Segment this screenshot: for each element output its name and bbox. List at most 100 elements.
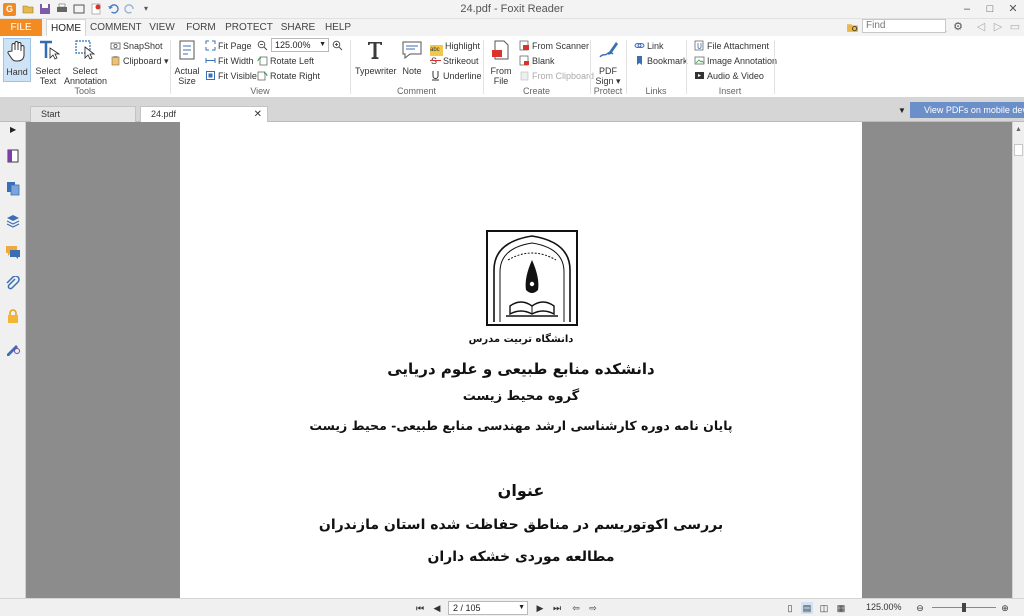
tab-list-dropdown-icon[interactable]: ▼ [898, 106, 906, 115]
zoom-in-slider-icon[interactable]: ⊕ [999, 602, 1011, 614]
fit-page-button[interactable]: Fit Page [205, 39, 252, 53]
settings-gear-icon[interactable]: ⚙ [951, 20, 965, 34]
fit-width-icon [205, 58, 216, 63]
scroll-up-icon[interactable]: ▲ [1015, 126, 1022, 133]
tab-file[interactable]: FILE [0, 19, 42, 36]
signature-panel-icon[interactable] [5, 340, 21, 356]
zoom-level[interactable]: 125.00% [866, 602, 902, 612]
page-number-input[interactable]: 2 / 105 ▼ [448, 601, 528, 615]
typewriter-button[interactable]: Typewriter [355, 38, 397, 76]
strikeout-label: Strikeout [443, 56, 479, 66]
strikeout-button[interactable]: SStrikeout [430, 54, 479, 68]
vertical-scrollbar[interactable]: ▲ [1012, 122, 1024, 598]
continuous-view-icon[interactable]: ▤ [801, 602, 813, 614]
layers-panel-icon[interactable] [5, 212, 21, 228]
document-tab-bar: Start 24.pdf ✕ ▼ View PDFs on mobile dev… [0, 98, 1024, 122]
scrollbar-thumb[interactable] [1014, 144, 1023, 156]
file-attachment-button[interactable]: File Attachment [694, 39, 769, 53]
next-page-icon[interactable]: ▶ [534, 602, 546, 614]
tab-start[interactable]: Start [30, 106, 136, 122]
tab-home[interactable]: HOME [46, 19, 86, 37]
folder-search-icon[interactable] [846, 21, 859, 34]
zoom-out-icon[interactable] [257, 40, 268, 51]
first-page-icon[interactable]: ⏮ [414, 602, 426, 614]
audio-video-button[interactable]: Audio & Video [694, 69, 764, 83]
close-icon[interactable]: ✕ [1006, 2, 1020, 16]
image-icon [694, 56, 705, 65]
rotate-right-button[interactable]: Rotate Right [257, 69, 320, 83]
forward-arrow-icon[interactable]: ▷ [991, 20, 1005, 34]
close-tab-icon[interactable]: ✕ [254, 107, 262, 122]
fit-width-button[interactable]: Fit Width [205, 54, 254, 68]
bookmarks-panel-icon[interactable] [5, 148, 21, 164]
clipboard-button[interactable]: Clipboard ▾ [110, 54, 169, 68]
navigation-panel: ▶ [0, 122, 26, 598]
hand-label: Hand [6, 67, 28, 77]
pdf-page: دانشگاه تربیت مدرس دانشکده منابع طبیعی و… [180, 122, 862, 598]
from-scanner-button[interactable]: From Scanner [519, 39, 589, 53]
underline-button[interactable]: Underline [430, 69, 482, 83]
tab-form[interactable]: FORM [184, 19, 218, 36]
blank-button[interactable]: Blank [519, 54, 555, 68]
zoom-out-slider-icon[interactable]: ⊖ [914, 602, 926, 614]
ribbon-collapse-icon[interactable]: ▭ [1008, 20, 1022, 34]
tab-help[interactable]: HELP [322, 19, 354, 36]
continuous-facing-view-icon[interactable]: ▦ [835, 602, 847, 614]
from-file-icon [492, 40, 509, 60]
hand-button[interactable]: Hand [3, 38, 31, 82]
zoom-slider-handle[interactable] [962, 603, 966, 612]
tab-comment[interactable]: COMMENT [90, 19, 142, 36]
comment-group-label: Comment [396, 86, 436, 96]
thesis-title-line-1: بررسی اکوتوریسم در مناطق حفاظت شده استان… [318, 517, 724, 533]
scanner-icon [519, 40, 529, 51]
fit-visible-button[interactable]: Fit Visible [205, 69, 257, 83]
group-separator [774, 40, 775, 94]
pages-panel-icon[interactable] [5, 180, 21, 196]
tab-current-document[interactable]: 24.pdf ✕ [140, 106, 268, 122]
zoom-select[interactable]: 125.00% ▼ [271, 38, 329, 52]
from-scanner-label: From Scanner [532, 41, 590, 51]
fit-width-label: Fit Width [218, 56, 254, 66]
rotate-left-label: Rotate Left [270, 56, 315, 66]
rotate-left-button[interactable]: Rotate Left [257, 54, 314, 68]
pdf-sign-button[interactable]: PDF Sign ▾ [594, 38, 622, 86]
comments-panel-icon[interactable] [5, 244, 21, 260]
chevron-down-icon: ▼ [518, 604, 525, 611]
link-icon [634, 43, 645, 48]
tab-view[interactable]: VIEW [146, 19, 178, 36]
document-viewport[interactable]: دانشگاه تربیت مدرس دانشکده منابع طبیعی و… [26, 122, 1012, 598]
expand-panel-icon[interactable]: ▶ [10, 125, 16, 134]
tab-protect[interactable]: PROTECT [224, 19, 274, 36]
protect-group-label: Protect [593, 86, 623, 96]
tab-share[interactable]: SHARE [280, 19, 316, 36]
from-file-button[interactable]: From File [487, 38, 515, 86]
security-lock-icon[interactable] [5, 308, 21, 324]
department-name: گروه محیط زیست [462, 389, 580, 404]
previous-page-icon[interactable]: ◀ [431, 602, 443, 614]
back-arrow-icon[interactable]: ◁ [974, 20, 988, 34]
attachments-panel-icon[interactable] [5, 276, 21, 292]
last-page-icon[interactable]: ⏭ [551, 602, 563, 614]
minimize-icon[interactable]: – [960, 2, 974, 16]
previous-view-icon[interactable]: ⇦ [570, 602, 582, 614]
select-text-button[interactable]: Select Text [34, 38, 62, 86]
maximize-icon[interactable]: □ [983, 2, 997, 16]
from-clipboard-label: From Clipboard [532, 71, 595, 81]
facing-view-icon[interactable]: ◫ [818, 602, 830, 614]
link-button[interactable]: Link [634, 39, 664, 53]
bookmark-button[interactable]: Bookmark [634, 54, 688, 68]
from-clipboard-button[interactable]: From Clipboard [519, 69, 594, 83]
find-input[interactable]: Find [862, 19, 946, 33]
actual-size-button[interactable]: Actual Size [173, 38, 201, 86]
image-annotation-button[interactable]: Image Annotation [694, 54, 777, 68]
single-page-view-icon[interactable]: ▯ [784, 602, 796, 614]
note-button[interactable]: Note [398, 38, 426, 76]
next-view-icon[interactable]: ⇨ [587, 602, 599, 614]
snapshot-button[interactable]: SnapShot [110, 39, 163, 53]
highlight-button[interactable]: abc Highlight [430, 39, 480, 56]
attachment-icon [694, 40, 704, 51]
select-annotation-button[interactable]: Select Annotation [64, 38, 107, 86]
zoom-in-icon[interactable] [332, 40, 343, 51]
mobile-promo-banner[interactable]: View PDFs on mobile devices [910, 102, 1024, 118]
rotate-left-icon [257, 56, 268, 66]
